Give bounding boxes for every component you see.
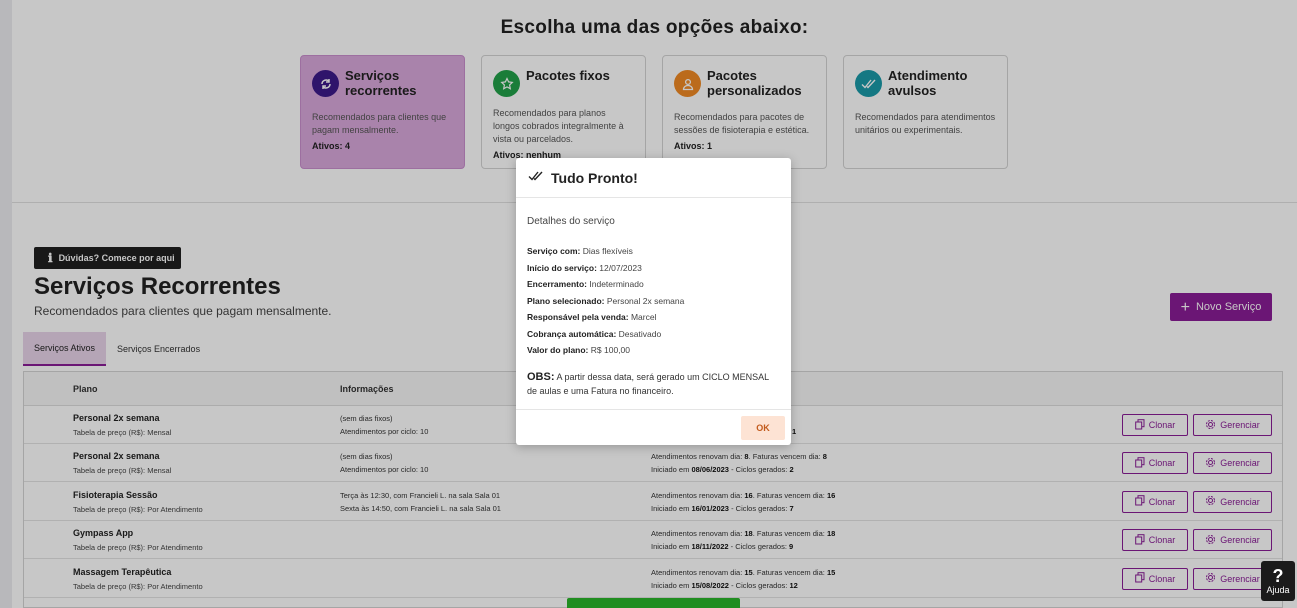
question-icon: ? [1272,566,1284,586]
detail-label: Responsável pela venda: [527,312,629,322]
detail-label: Serviço com: [527,246,581,256]
detail-line: Valor do plano: R$ 100,00 [527,342,780,359]
modal-footer: OK [516,409,791,445]
ok-button[interactable]: OK [741,416,785,440]
detail-value: 12/07/2023 [599,262,642,273]
detail-label: Início do serviço: [527,262,597,273]
detail-value: Dias flexíveis [582,246,633,256]
detail-line: Início do serviço: 12/07/2023 [527,260,780,277]
detail-value: R$ 100,00 [590,345,631,355]
detail-line: Plano selecionado: Personal 2x semana [527,293,780,310]
help-float-label: Ajuda [1266,585,1290,595]
detail-line: Serviço com: Dias flexíveis [527,243,780,260]
detail-line: Responsável pela venda: Marcel [527,309,780,326]
detail-value: Personal 2x semana [606,295,685,306]
detail-label: Encerramento: [527,279,587,289]
detail-label: Plano selecionado: [527,295,605,306]
modal-body: Detalhes do serviço Serviço com: Dias fl… [516,198,791,398]
obs-text: A partir dessa data, será gerado um CICL… [527,371,769,396]
detail-line: Encerramento: Indeterminado [527,276,780,293]
double-check-icon [528,169,544,187]
detail-value: Marcel [630,312,657,322]
detail-line: Cobrança automática: Desativado [527,326,780,343]
detail-value: Indeterminado [589,279,644,289]
success-modal: Tudo Pronto! Detalhes do serviço Serviço… [516,158,791,445]
modal-title: Tudo Pronto! [551,169,638,186]
modal-obs: OBS: A partir dessa data, será gerado um… [527,370,780,398]
help-float-button[interactable]: ? Ajuda [1261,561,1295,601]
modal-subtitle: Detalhes do serviço [527,216,615,227]
obs-label: OBS: [527,370,555,383]
detail-value: Desativado [618,328,662,339]
detail-label: Cobrança automática: [527,328,617,339]
modal-header: Tudo Pronto! [516,158,791,198]
detail-label: Valor do plano: [527,345,589,355]
